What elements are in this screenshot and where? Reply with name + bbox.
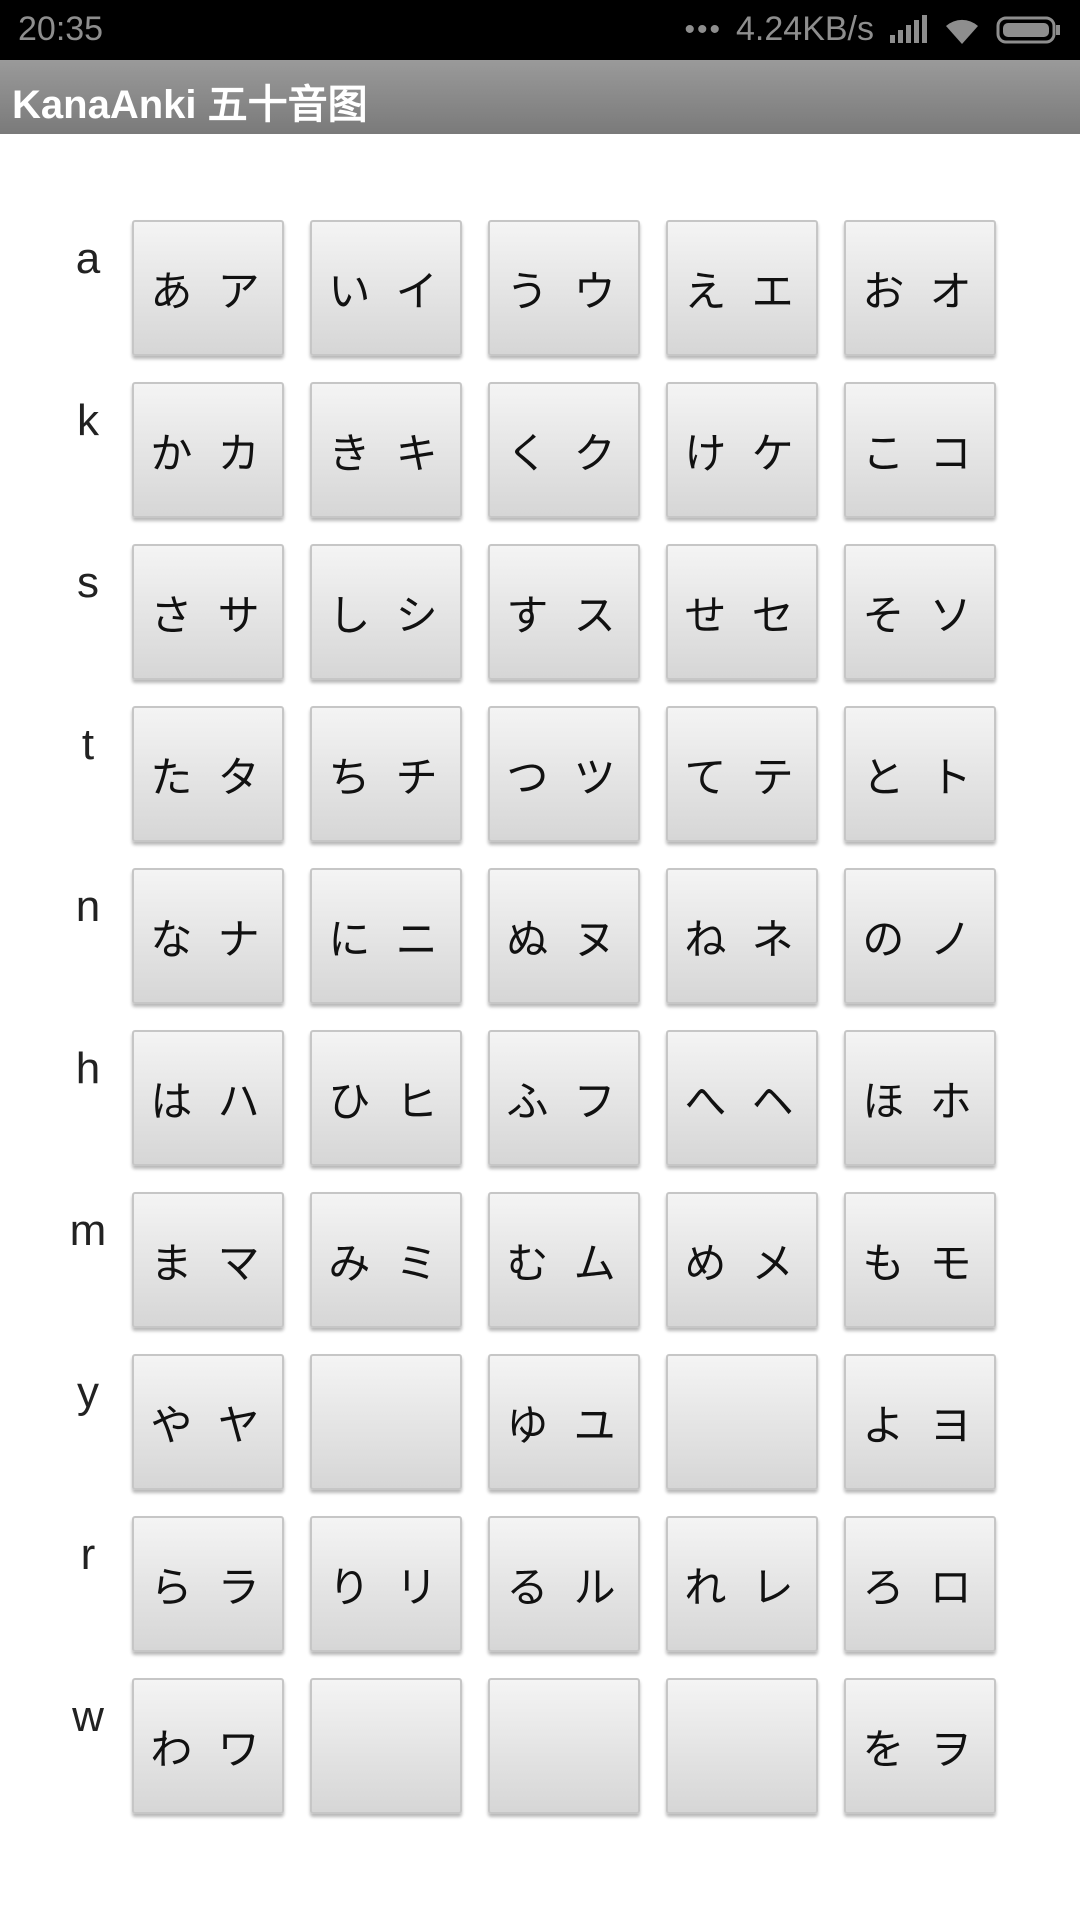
kana-button-h-2[interactable]: ひ ヒ bbox=[310, 1030, 462, 1166]
battery-icon bbox=[996, 16, 1060, 43]
wifi-icon bbox=[946, 19, 978, 44]
row-label-k: k bbox=[77, 396, 99, 445]
kana-button-n-2[interactable]: に ニ bbox=[310, 868, 462, 1004]
kana-button-a-1[interactable]: あ ア bbox=[132, 220, 284, 356]
kana-button-s-1[interactable]: さ サ bbox=[132, 544, 284, 680]
kana-button-y-3[interactable]: ゆ ユ bbox=[488, 1354, 640, 1490]
kana-button-t-3[interactable]: つ ツ bbox=[488, 706, 640, 842]
row-label-m: m bbox=[69, 1206, 107, 1255]
kana-button-y-1[interactable]: や ヤ bbox=[132, 1354, 284, 1490]
kana-button-y-4[interactable] bbox=[666, 1354, 818, 1490]
kana-button-t-4[interactable]: て テ bbox=[666, 706, 818, 842]
kana-button-h-5[interactable]: ほ ホ bbox=[844, 1030, 996, 1166]
kana-button-t-5[interactable]: と ト bbox=[844, 706, 996, 842]
kana-button-m-4[interactable]: め メ bbox=[666, 1192, 818, 1328]
kana-button-r-4[interactable]: れ レ bbox=[666, 1516, 818, 1652]
kana-button-a-2[interactable]: い イ bbox=[310, 220, 462, 356]
row-label-s: s bbox=[77, 558, 99, 607]
kana-button-y-5[interactable]: よ ヨ bbox=[844, 1354, 996, 1490]
kana-button-r-2[interactable]: り リ bbox=[310, 1516, 462, 1652]
row-label-h: h bbox=[75, 1044, 101, 1093]
row-label-t: t bbox=[81, 720, 95, 769]
signal-icon bbox=[890, 14, 927, 43]
kana-button-k-2[interactable]: き キ bbox=[310, 382, 462, 518]
kana-button-s-4[interactable]: せ セ bbox=[666, 544, 818, 680]
kana-button-n-4[interactable]: ね ネ bbox=[666, 868, 818, 1004]
kana-button-m-2[interactable]: み ミ bbox=[310, 1192, 462, 1328]
kana-button-m-1[interactable]: ま マ bbox=[132, 1192, 284, 1328]
row-label-a: a bbox=[75, 234, 101, 283]
kana-button-s-3[interactable]: す ス bbox=[488, 544, 640, 680]
kana-button-w-1[interactable]: わ ワ bbox=[132, 1678, 284, 1814]
row-label-w: w bbox=[72, 1692, 104, 1741]
kana-button-n-3[interactable]: ぬ ヌ bbox=[488, 868, 640, 1004]
kana-button-r-1[interactable]: ら ラ bbox=[132, 1516, 284, 1652]
kana-button-m-5[interactable]: も モ bbox=[844, 1192, 996, 1328]
status-icons: ••• 4.24KB/s bbox=[685, 10, 1063, 49]
row-label-r: r bbox=[80, 1530, 96, 1579]
kana-button-w-2[interactable] bbox=[310, 1678, 462, 1814]
row-label-y: y bbox=[77, 1368, 99, 1417]
kana-button-k-1[interactable]: か カ bbox=[132, 382, 284, 518]
kana-button-r-5[interactable]: ろ ロ bbox=[844, 1516, 996, 1652]
kana-button-w-4[interactable] bbox=[666, 1678, 818, 1814]
kana-button-y-2[interactable] bbox=[310, 1354, 462, 1490]
app-bar: KanaAnki 五十音图 bbox=[0, 60, 1080, 134]
kana-button-t-2[interactable]: ち チ bbox=[310, 706, 462, 842]
kana-button-a-3[interactable]: う ウ bbox=[488, 220, 640, 356]
row-label-n: n bbox=[75, 882, 101, 931]
kana-button-r-3[interactable]: る ル bbox=[488, 1516, 640, 1652]
kana-button-n-1[interactable]: な ナ bbox=[132, 868, 284, 1004]
kana-button-k-3[interactable]: く ク bbox=[488, 382, 640, 518]
kana-button-a-5[interactable]: お オ bbox=[844, 220, 996, 356]
kana-button-s-2[interactable]: し シ bbox=[310, 544, 462, 680]
kana-button-n-5[interactable]: の ノ bbox=[844, 868, 996, 1004]
kana-button-k-5[interactable]: こ コ bbox=[844, 382, 996, 518]
kana-button-h-3[interactable]: ふ フ bbox=[488, 1030, 640, 1166]
kana-button-h-1[interactable]: は ハ bbox=[132, 1030, 284, 1166]
app-title: KanaAnki 五十音图 bbox=[12, 83, 368, 127]
kana-button-h-4[interactable]: へ ヘ bbox=[666, 1030, 818, 1166]
kana-button-w-5[interactable]: を ヲ bbox=[844, 1678, 996, 1814]
network-speed: 4.24KB/s bbox=[736, 10, 874, 48]
status-bar: 20:35 ••• 4.24KB/s bbox=[0, 0, 1080, 60]
kana-button-s-5[interactable]: そ ソ bbox=[844, 544, 996, 680]
kana-button-m-3[interactable]: む ム bbox=[488, 1192, 640, 1328]
kana-button-k-4[interactable]: け ケ bbox=[666, 382, 818, 518]
kana-button-w-3[interactable] bbox=[488, 1678, 640, 1814]
kana-button-t-1[interactable]: た タ bbox=[132, 706, 284, 842]
kana-button-a-4[interactable]: え エ bbox=[666, 220, 818, 356]
status-time: 20:35 bbox=[18, 10, 104, 48]
more-dots-icon: ••• bbox=[684, 12, 723, 46]
